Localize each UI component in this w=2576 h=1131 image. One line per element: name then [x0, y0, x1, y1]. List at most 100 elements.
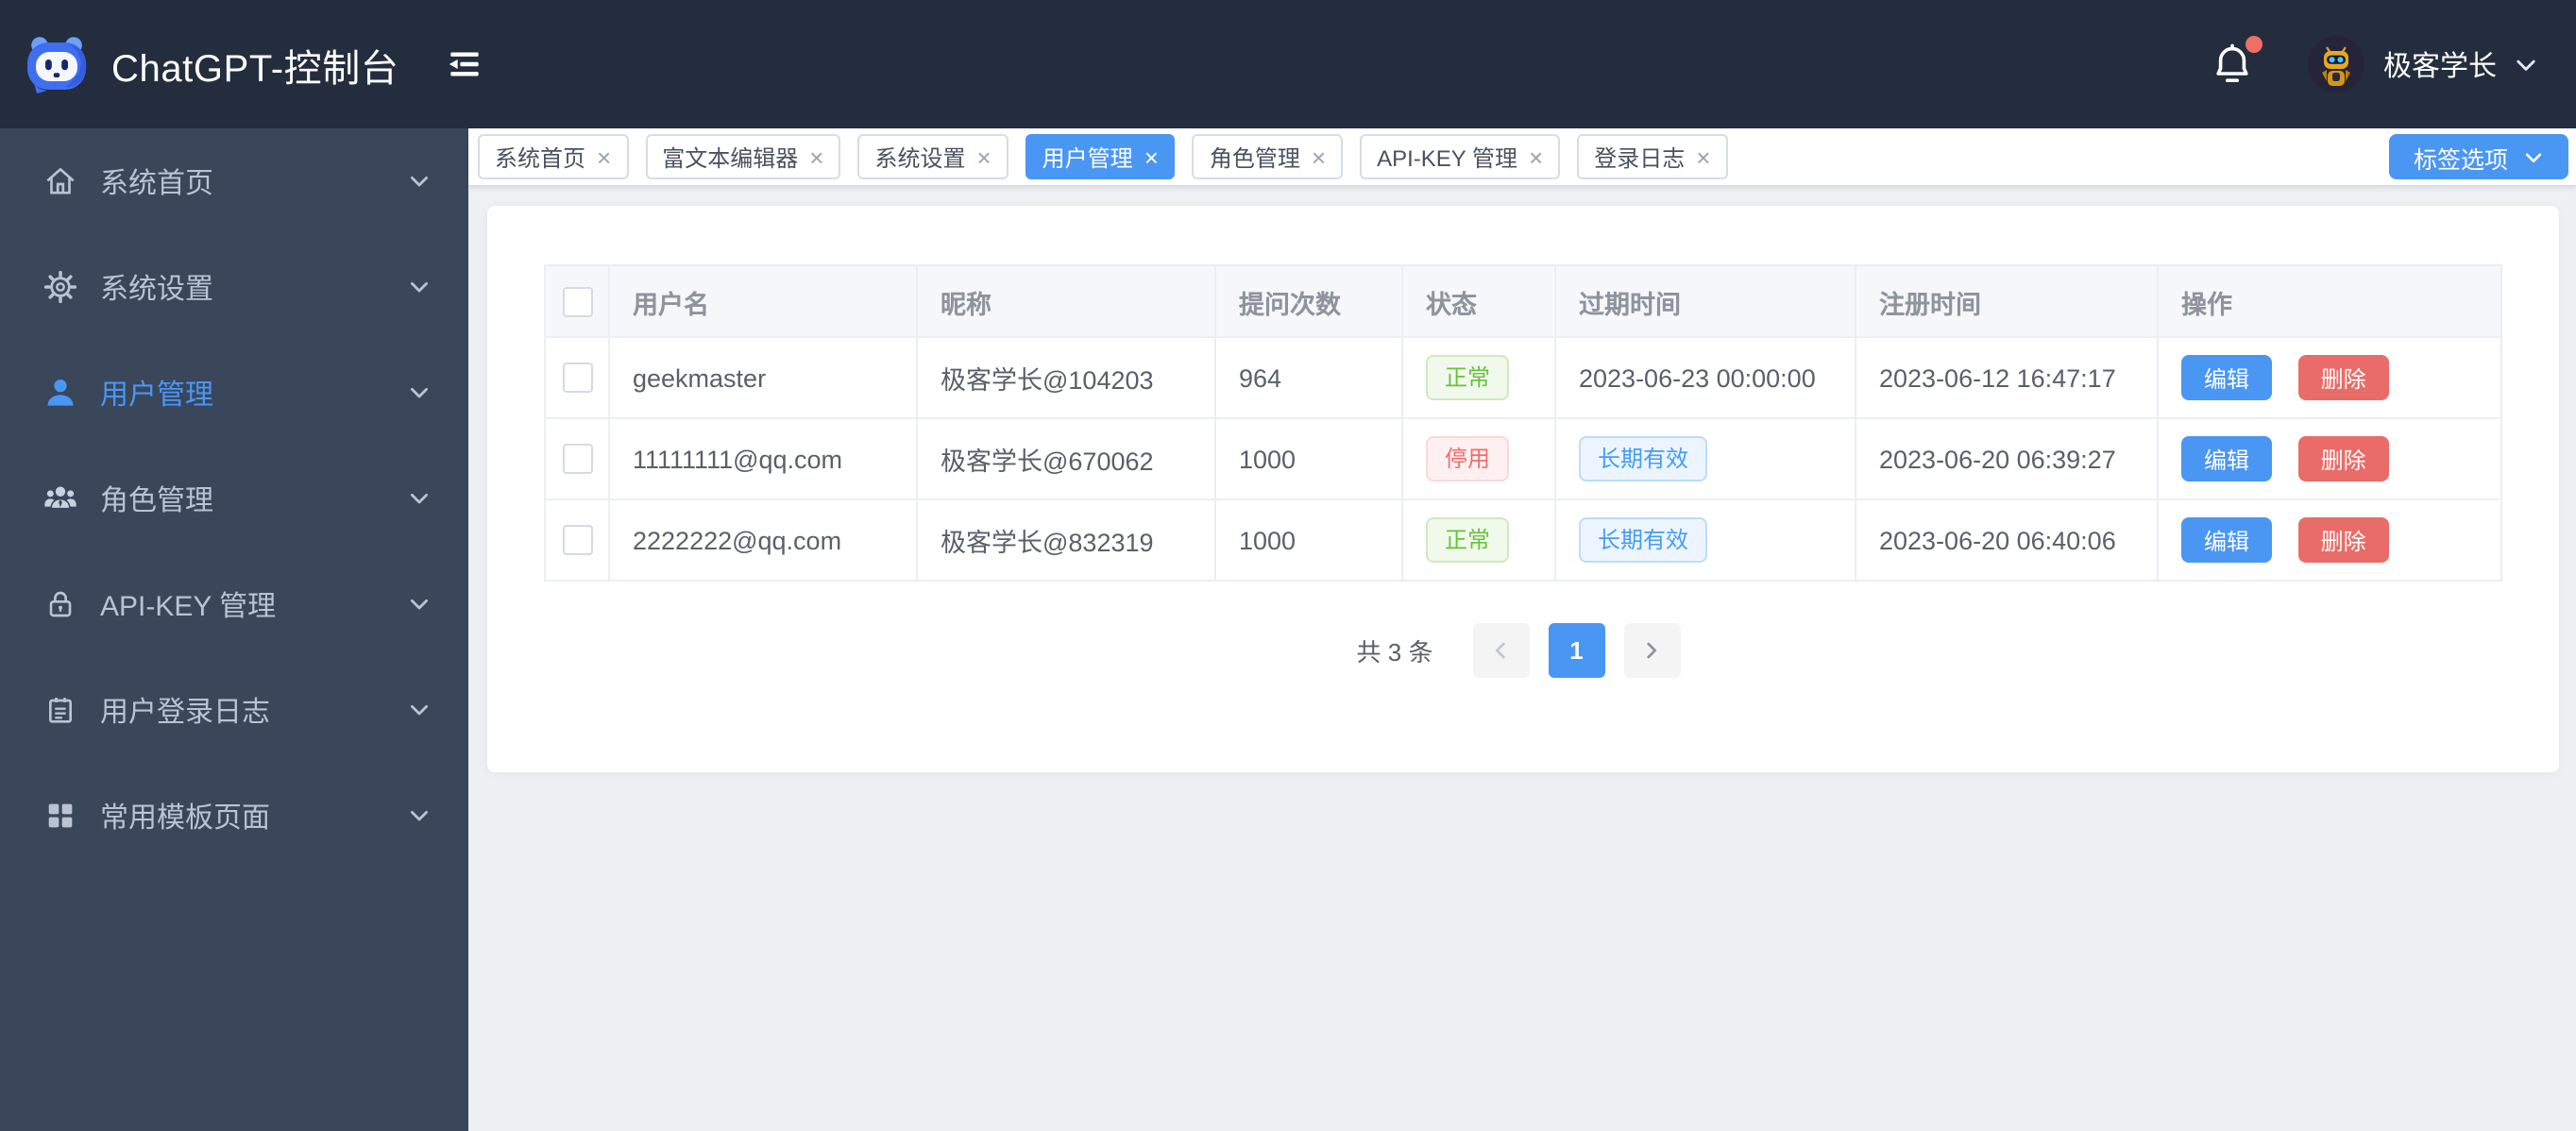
tab-label: 登录日志: [1594, 144, 1686, 171]
cell-register-time: 2023-06-20 06:40:06: [1855, 498, 2159, 582]
peoples-icon: [42, 480, 79, 517]
notification-bell-icon[interactable]: [2210, 36, 2262, 89]
cell-nickname: 极客学长@832319: [916, 498, 1216, 582]
sidebar-menu: 系统首页 系统设置 用户管理 角色管理 API-KEY 管理 用户登录日志 常用…: [0, 128, 468, 869]
chevron-left-icon: [1496, 642, 1506, 659]
cell-status: 正常: [1401, 498, 1556, 582]
column-header: 过期时间: [1554, 264, 1856, 338]
sidebar-item-label: 常用模板页面: [100, 802, 271, 834]
delete-button[interactable]: 删除: [2297, 355, 2389, 400]
chevron-down-icon: [2514, 52, 2538, 76]
sidebar-item[interactable]: 常用模板页面: [0, 763, 468, 869]
tab-label: 用户管理: [1042, 144, 1133, 171]
tab[interactable]: 富文本编辑器 ×: [645, 134, 841, 179]
sidebar-item[interactable]: API-KEY 管理: [0, 551, 468, 657]
cell-expire-time: 长期有效: [1554, 417, 1856, 500]
cell-question-count: 1000: [1214, 498, 1403, 582]
column-header: 提问次数: [1214, 264, 1403, 338]
tab-label: 富文本编辑器: [662, 144, 799, 171]
notification-badge: [2245, 36, 2262, 53]
home-icon: [42, 162, 79, 200]
column-header: 操作: [2157, 264, 2502, 338]
sidebar-item-label: 系统首页: [100, 167, 214, 199]
tab-label: 角色管理: [1209, 144, 1300, 171]
tab[interactable]: API-KEY 管理 ×: [1360, 134, 1561, 179]
close-icon[interactable]: ×: [1312, 144, 1326, 169]
close-icon[interactable]: ×: [976, 144, 991, 169]
chevron-down-icon: [408, 276, 431, 298]
page-title: ChatGPT-控制台: [111, 48, 399, 90]
cell-status: 停用: [1401, 417, 1556, 500]
user-name[interactable]: 极客学长: [2383, 44, 2497, 84]
edit-button[interactable]: 编辑: [2181, 355, 2273, 400]
cell-nickname: 极客学长@104203: [916, 336, 1216, 419]
close-icon[interactable]: ×: [809, 144, 823, 169]
chevron-down-icon: [408, 381, 431, 404]
sidebar-item-label: 用户管理: [100, 379, 214, 411]
status-badge: 正常: [1426, 517, 1510, 563]
table-row: 11111111@qq.com 极客学长@670062 1000 停用 长期有效…: [544, 417, 2502, 500]
grid-icon: [42, 797, 79, 835]
close-icon[interactable]: ×: [1144, 144, 1159, 169]
tab-label: 系统设置: [874, 144, 966, 171]
row-checkbox[interactable]: [562, 363, 592, 394]
expire-badge: 长期有效: [1579, 436, 1708, 481]
chevron-down-icon: [2525, 152, 2542, 161]
page-number-button[interactable]: 1: [1548, 623, 1605, 678]
prev-page-button[interactable]: [1472, 623, 1530, 678]
cell-question-count: 1000: [1214, 417, 1403, 500]
cell-actions: 编辑 删除: [2157, 417, 2502, 500]
delete-button[interactable]: 删除: [2297, 436, 2389, 481]
status-badge: 正常: [1426, 355, 1510, 400]
column-header: 昵称: [916, 264, 1216, 338]
sidebar-item[interactable]: 角色管理: [0, 446, 468, 551]
close-icon[interactable]: ×: [1696, 144, 1710, 169]
gear-icon: [42, 268, 79, 306]
lock-icon: [42, 585, 79, 623]
sidebar-item-label: 角色管理: [100, 484, 214, 516]
edit-button[interactable]: 编辑: [2181, 517, 2273, 563]
next-page-button[interactable]: [1623, 623, 1681, 678]
cell-username: geekmaster: [608, 336, 918, 419]
app-window: ChatGPT-控制台 极客学长 系统首页 系统设置 用户管理 角色管理 API…: [0, 0, 2576, 1131]
top-bar-right: 极客学长: [2210, 36, 2538, 93]
tab[interactable]: 登录日志 ×: [1577, 134, 1728, 179]
cell-status: 正常: [1401, 336, 1556, 419]
cell-actions: 编辑 删除: [2157, 336, 2502, 419]
expire-badge: 长期有效: [1579, 517, 1708, 563]
column-header: 状态: [1401, 264, 1556, 338]
tab[interactable]: 系统设置 ×: [857, 134, 1008, 179]
select-all-checkbox[interactable]: [562, 286, 592, 317]
tab[interactable]: 角色管理 ×: [1192, 134, 1344, 179]
tag-options-button[interactable]: 标签选项: [2388, 134, 2568, 179]
sidebar-item[interactable]: 系统首页: [0, 128, 468, 234]
close-icon[interactable]: ×: [597, 144, 611, 169]
sidebar-item[interactable]: 用户登录日志: [0, 657, 468, 763]
cell-expire-time: 2023-06-23 00:00:00: [1554, 336, 1856, 419]
cell-username: 2222222@qq.com: [608, 498, 918, 582]
menu-fold-icon[interactable]: [444, 43, 485, 85]
pagination: 共 3 条 1: [544, 623, 2502, 678]
cell-username: 11111111@qq.com: [608, 417, 918, 500]
edit-button[interactable]: 编辑: [2181, 436, 2273, 481]
chevron-down-icon: [408, 699, 431, 721]
row-checkbox[interactable]: [562, 444, 592, 475]
sidebar-item-label: 用户登录日志: [100, 696, 271, 728]
tab[interactable]: 系统首页 ×: [478, 134, 629, 179]
delete-button[interactable]: 删除: [2297, 517, 2389, 563]
top-bar: ChatGPT-控制台 极客学长: [0, 0, 2576, 128]
chevron-down-icon: [408, 487, 431, 510]
row-checkbox[interactable]: [562, 525, 592, 556]
sidebar-item[interactable]: 系统设置: [0, 234, 468, 340]
chevron-right-icon: [1647, 642, 1657, 659]
close-icon[interactable]: ×: [1529, 144, 1543, 169]
tab[interactable]: 用户管理 ×: [1025, 134, 1176, 179]
table-header-row: 用户名 昵称 提问次数 状态 过期时间 注册时间 操作: [544, 264, 2502, 338]
user-table: 用户名 昵称 提问次数 状态 过期时间 注册时间 操作 geekmaster 极客学长@10…: [544, 264, 2502, 582]
sidebar-item[interactable]: 用户管理: [0, 340, 468, 446]
pagination-total: 共 3 条: [1356, 638, 1433, 667]
cell-register-time: 2023-06-12 16:47:17: [1855, 336, 2159, 419]
avatar[interactable]: [2307, 36, 2364, 93]
table-row: geekmaster 极客学长@104203 964 正常 2023-06-23…: [544, 336, 2502, 419]
cell-nickname: 极客学长@670062: [916, 417, 1216, 500]
